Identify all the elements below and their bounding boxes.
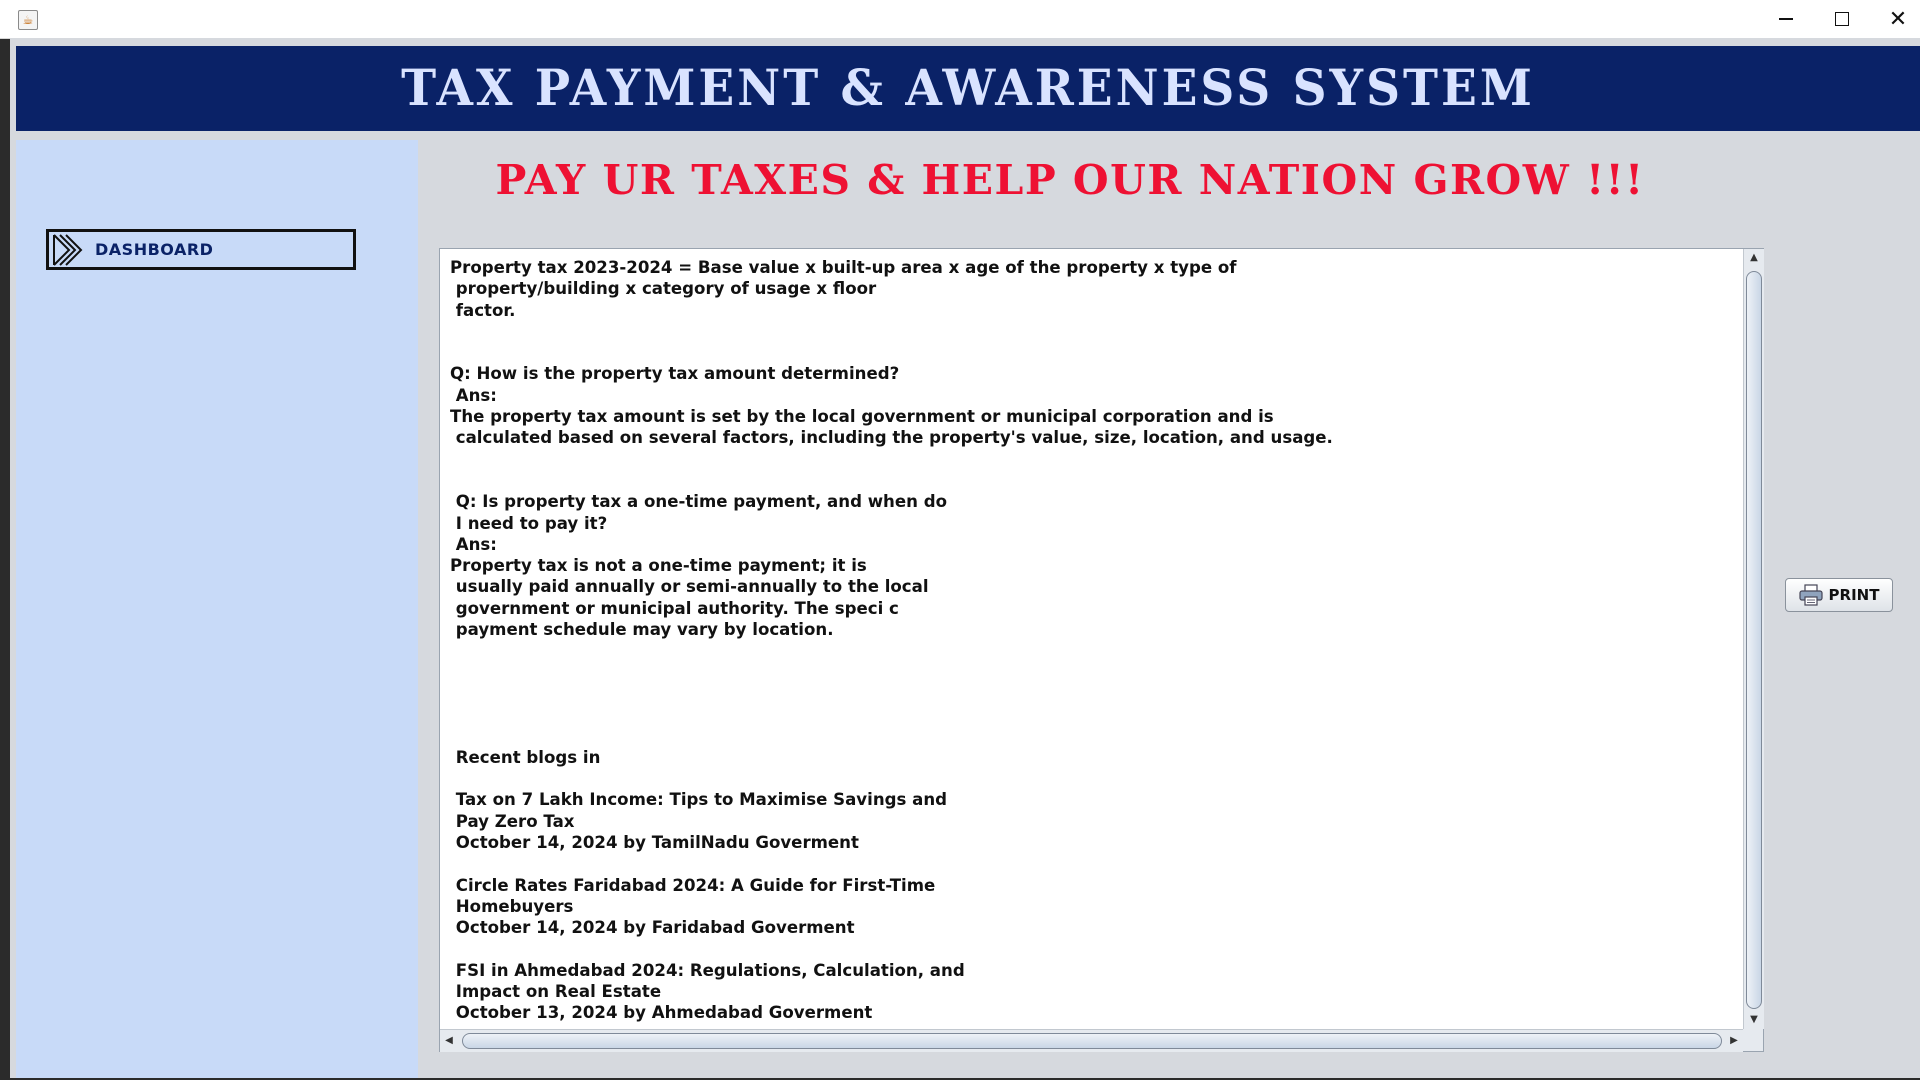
- print-label: PRINT: [1828, 586, 1880, 604]
- content-scroll-pane[interactable]: Property tax 2023-2024 = Base value x bu…: [439, 248, 1764, 1052]
- app-frame: TAX PAYMENT & AWARENESS SYSTEM DASHBOARD…: [10, 38, 1920, 1078]
- maximize-icon[interactable]: [1814, 0, 1870, 38]
- content-text-area[interactable]: Property tax 2023-2024 = Base value x bu…: [440, 249, 1740, 1029]
- window-title-bar: ☕ ✕: [0, 0, 1920, 39]
- printer-icon: [1798, 584, 1823, 606]
- dashboard-label: DASHBOARD: [95, 240, 214, 259]
- vertical-scroll-thumb[interactable]: [1746, 271, 1762, 1009]
- scroll-down-icon[interactable]: ▼: [1744, 1011, 1764, 1029]
- print-button[interactable]: PRINT: [1785, 578, 1893, 612]
- minimize-icon[interactable]: [1758, 0, 1814, 38]
- java-icon[interactable]: ☕: [18, 10, 38, 30]
- sidebar: DASHBOARD: [16, 140, 418, 1078]
- horizontal-scroll-thumb[interactable]: [462, 1033, 1722, 1049]
- scroll-left-icon[interactable]: ◀: [440, 1030, 458, 1052]
- scroll-right-icon[interactable]: ▶: [1725, 1030, 1743, 1052]
- scroll-up-icon[interactable]: ▲: [1744, 249, 1764, 267]
- dashboard-button[interactable]: DASHBOARD: [46, 229, 356, 270]
- app-title: TAX PAYMENT & AWARENESS SYSTEM: [401, 59, 1535, 118]
- header-banner: TAX PAYMENT & AWARENESS SYSTEM: [16, 46, 1920, 131]
- chevron-right-icon: [53, 233, 83, 266]
- horizontal-scrollbar[interactable]: ◀ ▶: [440, 1029, 1743, 1052]
- scroll-corner: [1743, 1029, 1763, 1051]
- vertical-scrollbar[interactable]: ▲ ▼: [1743, 249, 1764, 1029]
- slogan-heading: PAY UR TAXES & HELP OUR NATION GROW !!!: [495, 156, 1645, 204]
- close-icon[interactable]: ✕: [1870, 0, 1920, 38]
